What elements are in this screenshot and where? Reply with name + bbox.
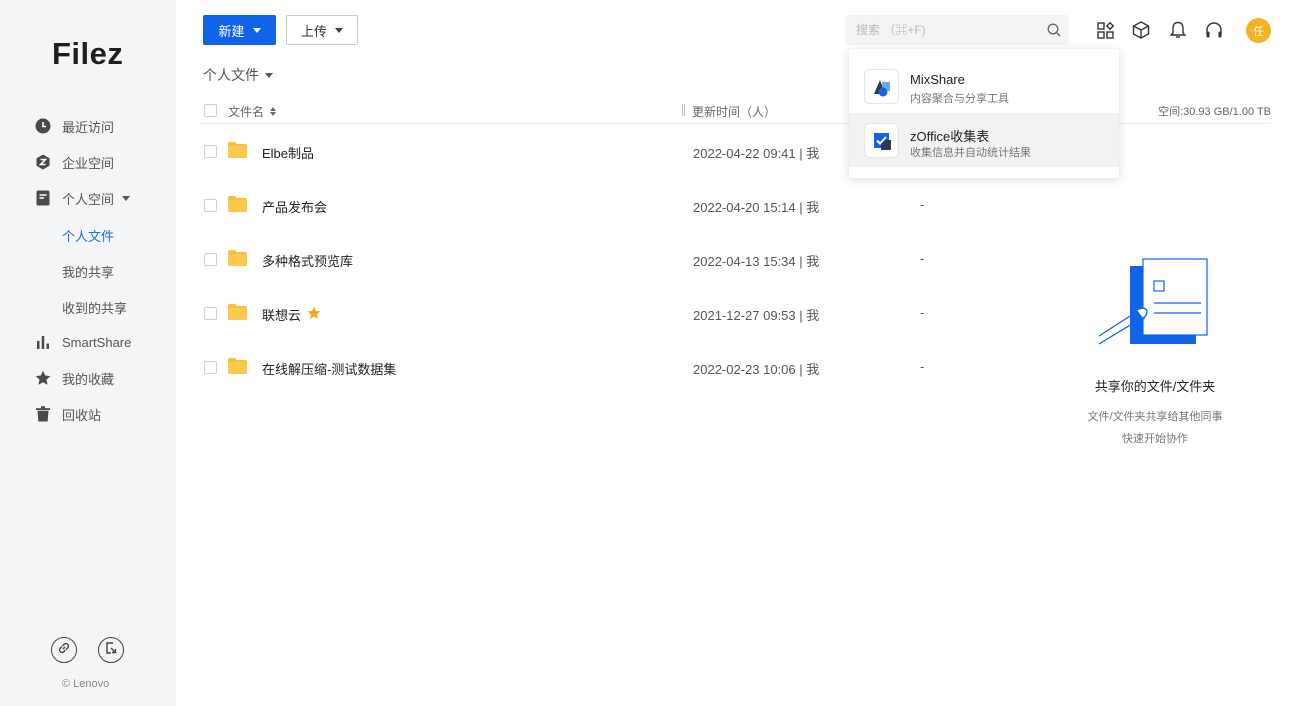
search-box — [845, 15, 1069, 45]
row-checkbox[interactable] — [204, 253, 217, 266]
dropdown-item-mixshare[interactable]: MixShare 内容聚合与分享工具 — [849, 59, 1119, 113]
sidebar-item-label: 回收站 — [62, 407, 102, 423]
file-updated: 2021-12-27 09:53 | 我 — [693, 308, 820, 323]
file-extra: - — [920, 305, 925, 320]
sidebar-item-recent[interactable]: 最近访问 — [34, 115, 114, 137]
sidebar-item-label: 最近访问 — [62, 119, 115, 135]
cube-icon[interactable] — [1131, 20, 1151, 40]
breadcrumb[interactable]: 个人文件 — [203, 65, 273, 85]
breadcrumb-label: 个人文件 — [203, 67, 259, 83]
sort-icon — [270, 107, 277, 116]
file-name-text: 在线解压缩-测试数据集 — [262, 362, 397, 377]
chevron-down-icon — [335, 27, 343, 33]
sidebar-subitem-my-shares[interactable]: 我的共享 — [62, 262, 114, 281]
file-name-text: 产品发布会 — [262, 200, 328, 215]
file-updated: 2022-04-13 15:34 | 我 — [693, 254, 820, 269]
sidebar: Filez 最近访问 企业空间 个人空间 个人文件 我的共享 收到的共享 Sma… — [0, 0, 176, 706]
enterprise-hex-icon — [34, 154, 51, 171]
dropdown-item-title: zOffice收集表 — [910, 129, 990, 144]
file-name[interactable]: Elbe制品 — [262, 143, 314, 162]
file-name-text: 联想云 — [262, 308, 302, 323]
sidebar-item-smartshare[interactable]: SmartShare — [34, 331, 131, 353]
chevron-down-icon — [265, 72, 273, 78]
table-row[interactable]: 产品发布会 2022-04-20 15:14 | 我 - — [200, 185, 1271, 225]
avatar[interactable]: 任 — [1246, 18, 1271, 43]
sidebar-item-trash[interactable]: 回收站 — [34, 403, 101, 425]
clock-icon — [34, 118, 51, 135]
dropdown-item-title: MixShare — [910, 72, 965, 87]
folder-icon — [228, 304, 247, 320]
trash-icon — [34, 406, 51, 423]
folder-icon — [228, 196, 247, 212]
folder-icon — [228, 358, 247, 374]
column-time-header[interactable]: 更新时间（人） — [692, 103, 776, 120]
sidebar-item-favorites[interactable]: 我的收藏 — [34, 367, 114, 389]
file-name[interactable]: 联想云 — [262, 305, 321, 324]
file-extra: - — [920, 197, 925, 212]
file-extra: - — [920, 359, 925, 374]
new-button[interactable]: 新建 — [203, 15, 276, 45]
link-icon — [57, 641, 71, 660]
file-name[interactable]: 多种格式预览库 — [262, 251, 353, 270]
file-updated: 2022-04-20 15:14 | 我 — [693, 200, 820, 215]
mixshare-logo-icon — [864, 69, 899, 104]
file-updated: 2022-02-23 10:06 | 我 — [693, 362, 820, 377]
upload-button[interactable]: 上传 — [286, 15, 358, 45]
export-icon — [104, 641, 118, 660]
folder-icon — [228, 142, 247, 158]
file-updated: 2022-04-22 09:41 | 我 — [693, 146, 820, 161]
sidebar-item-label: 企业空间 — [62, 155, 115, 171]
row-checkbox[interactable] — [204, 199, 217, 212]
star-icon — [34, 370, 51, 387]
row-checkbox[interactable] — [204, 307, 217, 320]
bar-chart-icon — [34, 334, 51, 351]
document-icon — [34, 190, 51, 207]
column-resize-handle[interactable] — [682, 104, 685, 116]
upload-button-label: 上传 — [300, 23, 327, 39]
dropdown-item-subtitle: 内容聚合与分享工具 — [910, 93, 1009, 105]
sidebar-item-personal[interactable]: 个人空间 — [34, 187, 131, 209]
share-panel-title: 共享你的文件/文件夹 — [1094, 379, 1216, 394]
chevron-down-icon — [252, 27, 261, 33]
export-button[interactable] — [98, 637, 124, 663]
share-panel-desc: 文件/文件夹共享给其他同事 — [1087, 411, 1223, 423]
zoffice-form-icon — [864, 123, 899, 158]
row-checkbox[interactable] — [204, 145, 217, 158]
sidebar-item-label: 我的收藏 — [62, 371, 115, 387]
search-icon[interactable] — [1047, 23, 1061, 42]
apps-grid-icon[interactable] — [1095, 20, 1115, 40]
select-all-checkbox[interactable] — [204, 104, 217, 117]
column-name-header[interactable]: 文件名 — [228, 103, 277, 120]
row-checkbox[interactable] — [204, 361, 217, 374]
headset-icon[interactable] — [1204, 20, 1224, 40]
folder-icon — [228, 250, 247, 266]
copyright: © Lenovo — [62, 678, 110, 690]
file-name-text: 多种格式预览库 — [262, 254, 354, 269]
file-extra: - — [920, 251, 925, 266]
sidebar-subitem-personal-files[interactable]: 个人文件 — [62, 226, 114, 245]
file-name-text: Elbe制品 — [262, 146, 315, 161]
sidebar-item-enterprise[interactable]: 企业空间 — [34, 151, 114, 173]
filez-logo[interactable]: Filez — [52, 36, 123, 72]
favorite-star-icon[interactable] — [307, 306, 321, 323]
bell-icon[interactable] — [1168, 20, 1188, 40]
apps-dropdown: MixShare 内容聚合与分享工具 zOffice收集表 收集信息并自动统计结… — [849, 49, 1119, 178]
sidebar-item-label: 个人空间 — [62, 191, 115, 207]
share-illustration — [1097, 256, 1213, 350]
file-name[interactable]: 产品发布会 — [262, 197, 327, 216]
dropdown-item-subtitle: 收集信息并自动统计结果 — [910, 147, 1031, 159]
file-name[interactable]: 在线解压缩-测试数据集 — [262, 359, 396, 378]
storage-space-indicator: 空间:30.93 GB/1.00 TB — [1158, 106, 1271, 118]
sidebar-item-label: SmartShare — [62, 334, 132, 350]
search-input[interactable] — [845, 15, 1035, 45]
copy-link-button[interactable] — [51, 637, 77, 663]
column-name-label: 文件名 — [228, 105, 265, 119]
dropdown-item-zoffice[interactable]: zOffice收集表 收集信息并自动统计结果 — [849, 113, 1119, 167]
new-button-label: 新建 — [218, 23, 245, 39]
chevron-down-icon — [122, 195, 131, 201]
sidebar-subitem-received-shares[interactable]: 收到的共享 — [62, 298, 127, 317]
share-panel-desc: 快速开始协作 — [1122, 433, 1188, 445]
